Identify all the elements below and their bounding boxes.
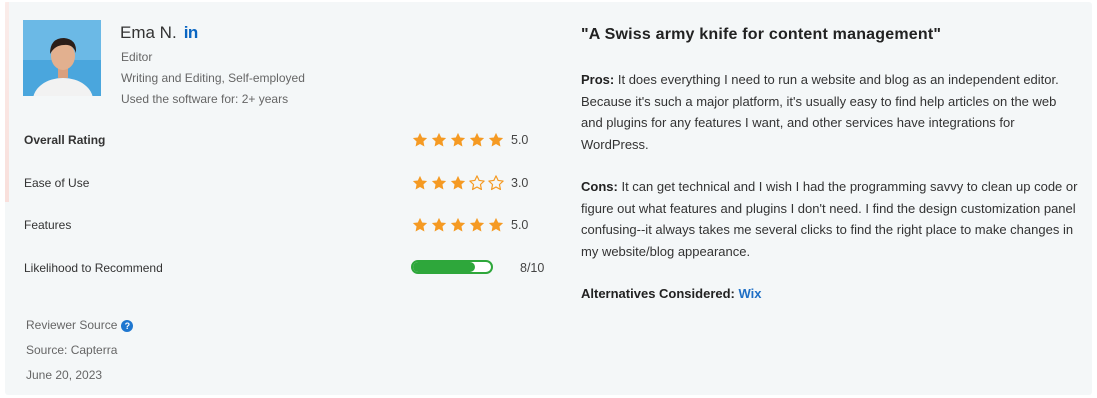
star-icon bbox=[431, 217, 447, 232]
alternatives-label: Alternatives Considered: bbox=[581, 286, 735, 301]
reviewer-source-label: Reviewer Source bbox=[26, 318, 118, 332]
star-icon bbox=[488, 132, 504, 147]
pros-label: Pros: bbox=[581, 72, 615, 87]
star-outline-icon bbox=[488, 175, 504, 191]
accent-bar bbox=[5, 2, 9, 202]
star-icon bbox=[469, 217, 485, 232]
cons-label: Cons: bbox=[581, 179, 618, 194]
reviewer-industry: Writing and Editing, Self-employed bbox=[121, 71, 305, 85]
star-rating bbox=[411, 172, 505, 194]
reviewer-role: Editor bbox=[121, 50, 153, 64]
star-outline-icon bbox=[469, 175, 485, 191]
cons-paragraph: Cons: It can get technical and I wish I … bbox=[581, 176, 1081, 262]
pros-paragraph: Pros: It does everything I need to run a… bbox=[581, 69, 1081, 155]
rating-value: 3.0 bbox=[511, 176, 529, 190]
star-icon bbox=[412, 217, 428, 232]
star-icon bbox=[412, 132, 428, 147]
star-icon bbox=[450, 132, 466, 147]
rating-label: Overall Rating bbox=[24, 133, 106, 147]
rating-label: Likelihood to Recommend bbox=[24, 261, 163, 275]
rating-label: Features bbox=[24, 218, 72, 232]
cons-text: It can get technical and I wish I had th… bbox=[581, 179, 1078, 259]
help-icon[interactable]: ? bbox=[121, 320, 134, 332]
rating-row-features: Features 5.0 bbox=[24, 214, 534, 236]
reviewer-usage: Used the software for: 2+ years bbox=[121, 92, 289, 106]
linkedin-icon[interactable]: in bbox=[184, 23, 199, 43]
rating-row-recommend: Likelihood to Recommend 8/10 bbox=[24, 257, 544, 279]
source-text: Source: Capterra bbox=[26, 343, 118, 357]
reviewer-name: Ema N. bbox=[120, 23, 177, 42]
star-icon bbox=[412, 175, 428, 190]
recommend-value: 8/10 bbox=[520, 261, 545, 275]
pros-text: It does everything I need to run a websi… bbox=[581, 72, 1059, 152]
rating-value: 5.0 bbox=[511, 133, 529, 147]
star-icon bbox=[450, 175, 466, 190]
star-icon bbox=[431, 175, 447, 190]
star-rating bbox=[411, 214, 505, 236]
reviewer-source: Reviewer Source? bbox=[26, 318, 134, 332]
rating-label: Ease of Use bbox=[24, 176, 90, 190]
star-icon bbox=[431, 132, 447, 147]
recommend-progress-fill bbox=[413, 262, 476, 272]
review-card: Ema N. in Editor Writing and Editing, Se… bbox=[5, 2, 1092, 395]
alternative-link-wix[interactable]: Wix bbox=[739, 286, 762, 301]
star-rating bbox=[411, 129, 505, 151]
reviewer-name-row: Ema N. in bbox=[120, 23, 198, 43]
review-date: June 20, 2023 bbox=[26, 368, 103, 382]
star-icon bbox=[488, 217, 504, 232]
rating-value: 5.0 bbox=[511, 218, 529, 232]
review-title: "A Swiss army knife for content manageme… bbox=[581, 26, 942, 43]
recommend-progress-bar bbox=[411, 260, 493, 274]
avatar bbox=[23, 20, 101, 96]
rating-row-overall: Overall Rating 5.0 bbox=[24, 129, 534, 151]
star-icon bbox=[469, 132, 485, 147]
star-icon bbox=[450, 217, 466, 232]
rating-row-ease-of-use: Ease of Use 3.0 bbox=[24, 172, 534, 194]
alternatives-paragraph: Alternatives Considered: Wix bbox=[581, 283, 1081, 305]
